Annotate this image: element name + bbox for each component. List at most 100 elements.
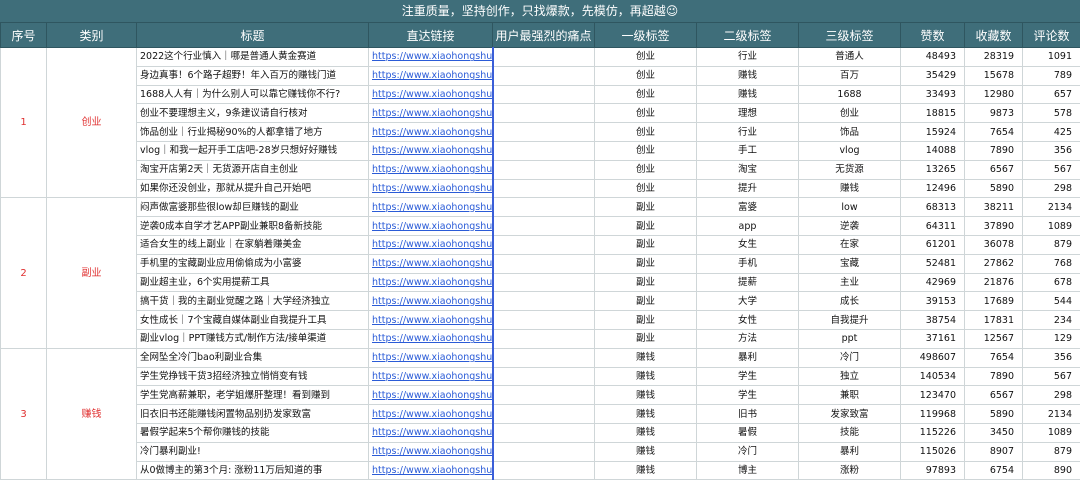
tag-level3-cell[interactable]: 暴利 (799, 442, 901, 461)
pain-point-cell[interactable] (493, 405, 595, 424)
tag-level3-cell[interactable]: low (799, 198, 901, 217)
link-cell[interactable]: https://www.xiaohongshu.com (369, 442, 493, 461)
likes-cell[interactable]: 115226 (901, 423, 965, 442)
comments-cell[interactable]: 298 (1023, 386, 1080, 405)
pain-point-cell[interactable] (493, 254, 595, 273)
column-header-category[interactable]: 类别 (47, 23, 137, 48)
tag-level1-cell[interactable]: 创业 (595, 141, 697, 160)
likes-cell[interactable]: 61201 (901, 235, 965, 254)
link-cell[interactable]: https://www.xiaohongshu.com (369, 217, 493, 236)
pain-point-cell[interactable] (493, 198, 595, 217)
group-category-cell[interactable]: 创业 (47, 48, 137, 198)
link-cell[interactable]: https://www.xiaohongshu.com (369, 235, 493, 254)
saves-cell[interactable]: 8907 (965, 442, 1023, 461)
link-cell[interactable]: https://www.xiaohongshu.com (369, 386, 493, 405)
group-index-cell[interactable]: 2 (1, 198, 47, 348)
tag-level2-cell[interactable]: 赚钱 (697, 85, 799, 104)
link-cell[interactable]: https://www.xiaohongshu.com (369, 329, 493, 348)
link-cell[interactable]: https://www.xiaohongshu.com (369, 423, 493, 442)
tag-level1-cell[interactable]: 创业 (595, 104, 697, 123)
title-cell[interactable]: 学生党挣钱干货3招经济独立悄悄变有钱 (137, 367, 369, 386)
saves-cell[interactable]: 5890 (965, 405, 1023, 424)
likes-cell[interactable]: 140534 (901, 367, 965, 386)
saves-cell[interactable]: 7890 (965, 367, 1023, 386)
likes-cell[interactable]: 38754 (901, 311, 965, 330)
likes-cell[interactable]: 37161 (901, 329, 965, 348)
title-cell[interactable]: 搞干货｜我的主副业觉醒之路｜大学经济独立 (137, 292, 369, 311)
tag-level1-cell[interactable]: 赚钱 (595, 405, 697, 424)
likes-cell[interactable]: 64311 (901, 217, 965, 236)
pain-point-cell[interactable] (493, 423, 595, 442)
likes-cell[interactable]: 35429 (901, 66, 965, 85)
column-header-tag-level2[interactable]: 二级标签 (697, 23, 799, 48)
tag-level2-cell[interactable]: 提薪 (697, 273, 799, 292)
tag-level2-cell[interactable]: 行业 (697, 123, 799, 142)
tag-level1-cell[interactable]: 赚钱 (595, 348, 697, 367)
comments-cell[interactable]: 879 (1023, 442, 1080, 461)
link-cell[interactable]: https://www.xiaohongshu.com (369, 160, 493, 179)
saves-cell[interactable]: 3450 (965, 423, 1023, 442)
tag-level3-cell[interactable]: 独立 (799, 367, 901, 386)
comments-cell[interactable]: 234 (1023, 311, 1080, 330)
comments-cell[interactable]: 657 (1023, 85, 1080, 104)
comments-cell[interactable]: 1089 (1023, 217, 1080, 236)
title-cell[interactable]: 旧衣旧书还能赚钱闲置物品别扔发家致富 (137, 405, 369, 424)
tag-level1-cell[interactable]: 赚钱 (595, 386, 697, 405)
tag-level1-cell[interactable]: 副业 (595, 273, 697, 292)
tag-level1-cell[interactable]: 副业 (595, 311, 697, 330)
tag-level2-cell[interactable]: 博主 (697, 461, 799, 480)
saves-cell[interactable]: 28319 (965, 48, 1023, 67)
likes-cell[interactable]: 48493 (901, 48, 965, 67)
tag-level2-cell[interactable]: 暴利 (697, 348, 799, 367)
column-header-tag-level1[interactable]: 一级标签 (595, 23, 697, 48)
tag-level2-cell[interactable]: 学生 (697, 367, 799, 386)
tag-level2-cell[interactable]: app (697, 217, 799, 236)
pain-point-cell[interactable] (493, 104, 595, 123)
title-cell[interactable]: 饰品创业｜行业揭秘90%的人都拿错了地方 (137, 123, 369, 142)
link-cell[interactable]: https://www.xiaohongshu.com (369, 405, 493, 424)
pain-point-cell[interactable] (493, 273, 595, 292)
pain-point-cell[interactable] (493, 367, 595, 386)
comments-cell[interactable]: 567 (1023, 160, 1080, 179)
likes-cell[interactable]: 68313 (901, 198, 965, 217)
tag-level2-cell[interactable]: 富婆 (697, 198, 799, 217)
comments-cell[interactable]: 879 (1023, 235, 1080, 254)
link-cell[interactable]: https://www.xiaohongshu.com (369, 348, 493, 367)
comments-cell[interactable]: 578 (1023, 104, 1080, 123)
link-cell[interactable]: https://www.xiaohongshu.com (369, 367, 493, 386)
tag-level3-cell[interactable]: 逆袭 (799, 217, 901, 236)
saves-cell[interactable]: 7654 (965, 348, 1023, 367)
tag-level1-cell[interactable]: 创业 (595, 160, 697, 179)
title-cell[interactable]: 闷声做富婆那些很low却巨赚钱的副业 (137, 198, 369, 217)
likes-cell[interactable]: 15924 (901, 123, 965, 142)
saves-cell[interactable]: 38211 (965, 198, 1023, 217)
title-cell[interactable]: 如果你还没创业，那就从提升自己开始吧 (137, 179, 369, 198)
group-index-cell[interactable]: 3 (1, 348, 47, 480)
tag-level3-cell[interactable]: 宝藏 (799, 254, 901, 273)
tag-level3-cell[interactable]: 在家 (799, 235, 901, 254)
pain-point-cell[interactable] (493, 461, 595, 480)
tag-level3-cell[interactable]: 赚钱 (799, 179, 901, 198)
tag-level1-cell[interactable]: 创业 (595, 123, 697, 142)
pain-point-cell[interactable] (493, 311, 595, 330)
title-cell[interactable]: 副业vlog｜PPT赚钱方式/制作方法/接单渠道 (137, 329, 369, 348)
likes-cell[interactable]: 97893 (901, 461, 965, 480)
tag-level2-cell[interactable]: 行业 (697, 48, 799, 67)
comments-cell[interactable]: 544 (1023, 292, 1080, 311)
comments-cell[interactable]: 890 (1023, 461, 1080, 480)
tag-level1-cell[interactable]: 副业 (595, 217, 697, 236)
link-cell[interactable]: https://www.xiaohongshu.com (369, 273, 493, 292)
column-header-pain-point[interactable]: 用户最强烈的痛点 (493, 23, 595, 48)
saves-cell[interactable]: 7890 (965, 141, 1023, 160)
tag-level3-cell[interactable]: 百万 (799, 66, 901, 85)
likes-cell[interactable]: 39153 (901, 292, 965, 311)
comments-cell[interactable]: 356 (1023, 348, 1080, 367)
tag-level1-cell[interactable]: 创业 (595, 48, 697, 67)
comments-cell[interactable]: 768 (1023, 254, 1080, 273)
column-header-comments[interactable]: 评论数 (1023, 23, 1080, 48)
title-cell[interactable]: 冷门暴利副业! (137, 442, 369, 461)
link-cell[interactable]: https://www.xiaohongshu.com (369, 66, 493, 85)
tag-level3-cell[interactable]: 自我提升 (799, 311, 901, 330)
tag-level2-cell[interactable]: 大学 (697, 292, 799, 311)
group-index-cell[interactable]: 1 (1, 48, 47, 198)
